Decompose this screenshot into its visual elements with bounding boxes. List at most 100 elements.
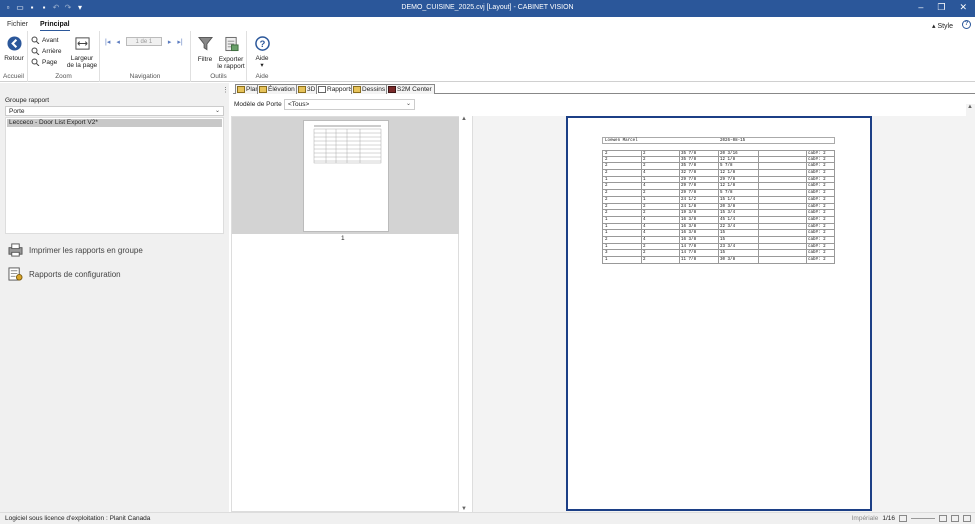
group-label-aide: Aide [255,73,269,80]
aide-dropdown-icon: ▾ [260,62,264,69]
status-bar: Logiciel sous licence d'exploitation : P… [0,512,975,524]
tab-principal[interactable]: Principal [40,21,70,31]
groupe-rapport-select[interactable]: Porte ⌄ [5,106,224,116]
table-column-divider [758,230,759,236]
table-column-divider [718,190,719,196]
exporter-rapport-button[interactable]: Exporter le rapport [216,36,246,70]
minimize-icon[interactable]: – [918,2,923,13]
table-cell: 24 1/8 [681,204,697,209]
panel-options-icon[interactable]: ⋮ [222,86,229,94]
first-page-icon[interactable]: |◂ [105,38,110,46]
close-icon[interactable]: ✕ [959,2,967,13]
table-column-divider [718,223,719,230]
table-cell: cab#: 2 [808,211,826,216]
table-cell: 11 7/8 [681,258,697,262]
multi-page-view-icon[interactable] [963,515,971,522]
table-cell: 14 7/8 [681,251,697,256]
table-column-divider [641,163,642,170]
table-column-divider [679,163,680,170]
table-cell: 4 [643,171,646,176]
tab-fichier[interactable]: Fichier [7,21,28,28]
single-page-view-icon[interactable] [939,515,947,522]
table-cell: cab#: 2 [808,171,826,176]
table-column-divider [641,190,642,196]
table-cell: 15 [720,251,726,256]
table-column-divider [806,176,807,183]
table-column-divider [758,151,759,156]
next-page-icon[interactable]: ▸ [168,38,172,46]
preview-scroll-up-icon[interactable]: ▲ [967,104,973,110]
table-cell: 2 [605,211,608,216]
group-outils: Filtre Exporter le rapport Outils [191,31,247,82]
tab-dessins-label: Dessins [362,86,386,93]
groupe-rapport-value: Porte [9,108,25,115]
table-row: 2 2 19 3/8 15 3/4 cab#: 2 [602,210,835,217]
table-cell: 3 [605,251,608,256]
table-cell: cab#: 2 [808,184,826,189]
table-column-divider [718,230,719,236]
table-cell: 2 [643,157,646,162]
table-row: 1 2 11 7/8 30 3/8 cab#: 2 [602,257,835,264]
page-zoom-button[interactable]: Page [31,58,57,66]
avant-button[interactable]: Avant [31,36,59,44]
print-group-icon [8,243,23,257]
tab-3d[interactable]: 3D [296,84,319,94]
table-column-divider [806,163,807,170]
table-cell: 2 [643,152,646,156]
last-page-icon[interactable]: ▸| [177,38,182,46]
thumbnail-selected[interactable] [232,117,459,234]
table-column-divider [641,210,642,216]
thumbnail-page[interactable] [303,120,389,232]
prev-page-icon[interactable]: ◂ [116,38,120,46]
restore-icon[interactable]: ❐ [937,2,945,13]
thumbnail-scrollbar[interactable]: ▲ ▼ [460,116,469,512]
tab-elevation[interactable]: Élévation [257,84,298,94]
table-row: 2 2 35 7/8 12 1/8 cab#: 2 [602,156,835,164]
modele-porte-select[interactable]: <Tous> ⌄ [284,99,415,110]
groupe-rapport-label: Groupe rapport [5,97,50,104]
table-cell: 1 [605,244,608,249]
report-header-date: 2026-08-15 [720,139,746,143]
table-column-divider [758,223,759,230]
table-column-divider [806,243,807,250]
tab-dessins[interactable]: Dessins [351,84,389,94]
table-column-divider [758,216,759,223]
table-column-divider [679,183,680,190]
help-icon[interactable]: ? [962,20,971,29]
table-column-divider [641,230,642,236]
table-cell: 2 [605,164,608,169]
table-column-divider [758,183,759,190]
arriere-button[interactable]: Arrière [31,47,62,55]
table-row: 1 4 16 3/8 22 3/4 cab#: 2 [602,223,835,231]
tab-s2m-center[interactable]: S2M Center [386,84,435,94]
print-group-button[interactable]: Imprimer les rapports en groupe [8,243,143,257]
tab-s2m-label: S2M Center [397,86,432,93]
two-page-view-icon[interactable] [951,515,959,522]
config-reports-button[interactable]: Rapports de configuration [8,267,121,281]
table-cell: 16 3/8 [681,217,697,222]
page-width-icon [74,37,90,50]
table-column-divider [806,190,807,196]
table-cell: 12 1/8 [720,171,736,176]
style-menu[interactable]: ▴ Style [932,22,953,30]
table-column-divider [758,257,759,263]
zoom-slider[interactable] [911,518,935,519]
page-number-box[interactable]: 1 de 1 [125,37,162,46]
table-column-divider [679,196,680,203]
scroll-up-icon[interactable]: ▲ [461,116,467,122]
table-column-divider [679,230,680,236]
preview-scrollbar[interactable]: ▲ [966,104,975,512]
table-cell: 29 7/8 [681,191,697,196]
aide-button[interactable]: ? Aide ▾ [252,36,272,69]
zoom-out-button-icon[interactable] [899,515,907,522]
table-row: 1 4 16 3/8 15 cab#: 2 [602,230,835,237]
table-column-divider [758,196,759,203]
retour-button[interactable]: Retour [3,36,25,62]
largeur-page-button[interactable]: Largeur de la page [66,36,98,69]
filtre-button[interactable]: Filtre [195,36,215,63]
tab-3d-label: 3D [307,86,316,93]
table-cell: 5 7/8 [720,164,733,169]
table-column-divider [641,203,642,210]
elevation-icon [259,86,267,93]
list-item[interactable]: Lecceco - Door List Export V2* [7,119,222,127]
